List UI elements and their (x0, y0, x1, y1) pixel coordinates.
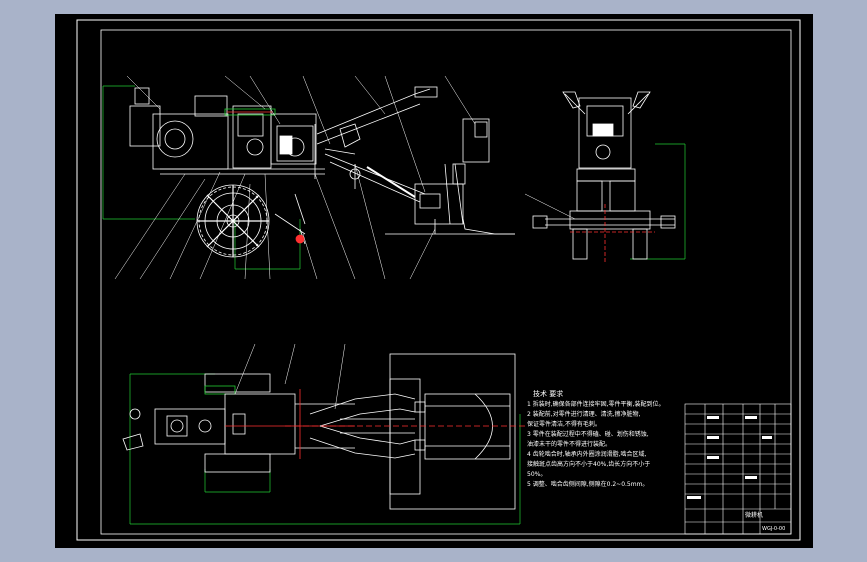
inner-frame (100, 29, 792, 535)
drawing-canvas: 技术 要求 1 拆装时,确保各部件连接牢固,零件平衡,装配到位。 2 装配前,对… (76, 19, 801, 541)
tech-req-line: 4 齿轮啮合时,轴承内外圈涂润滑脂,啮合区域, (527, 450, 647, 458)
tech-req-line: 油漆未干的零件不得进行装配。 (527, 440, 611, 448)
side-view (524, 91, 686, 264)
title-block: 微耕机 WGJ-0-00 (684, 403, 792, 535)
tech-req-line: 1 拆装时,确保各部件连接牢固,零件平衡,装配到位。 (527, 400, 664, 408)
technical-requirements: 技术 要求 1 拆装时,确保各部件连接牢固,零件平衡,装配到位。 2 装配前,对… (527, 389, 664, 488)
tech-req-line: 5 调整、啮合齿侧间隙,侧隙在0.2~0.5mm。 (527, 480, 648, 488)
tech-req-line: 50%。 (527, 471, 546, 478)
tech-req-title: 技术 要求 (533, 389, 563, 398)
tech-req-line: 接触斑点齿高方向不小于40%,齿长方向不小于 (527, 460, 650, 468)
tech-req-line: 保证零件清洁,不得有毛刺。 (527, 420, 601, 428)
title-block-drawing-number: WGJ-0-00 (762, 526, 785, 532)
front-view (102, 75, 515, 280)
outer-frame (76, 19, 801, 541)
tech-req-line: 2 装配前,对零件进行清理、清洗,擦净脏物, (527, 410, 641, 418)
cad-drawing-sheet: 技术 要求 1 拆装时,确保各部件连接牢固,零件平衡,装配到位。 2 装配前,对… (55, 14, 813, 548)
title-block-name: 微耕机 (745, 511, 763, 519)
tech-req-line: 3 零件在装配过程中不得磕、碰、划伤和锈蚀, (527, 430, 649, 438)
top-view (122, 343, 525, 525)
